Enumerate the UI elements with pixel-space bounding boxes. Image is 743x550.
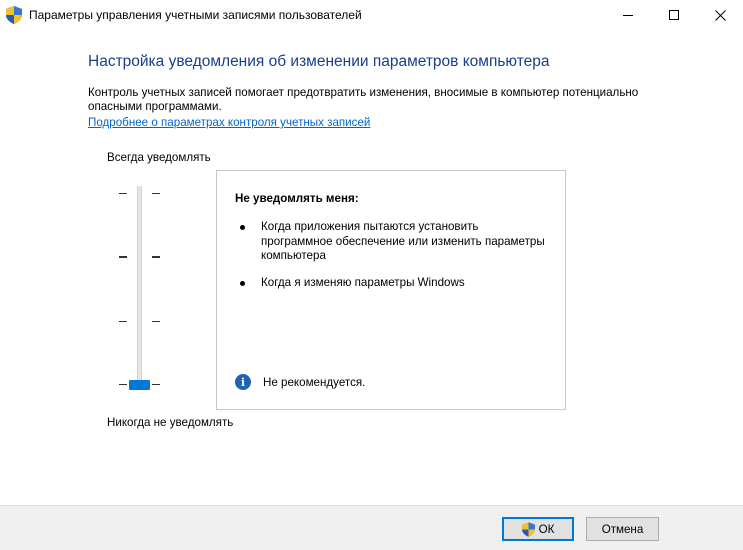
note-text: Не рекомендуется. xyxy=(263,375,366,389)
list-item: Когда я изменяю параметры Windows xyxy=(235,276,545,291)
maximize-button[interactable] xyxy=(651,0,697,30)
list-item: Когда приложения пытаются установить про… xyxy=(235,220,545,264)
slider-tick xyxy=(119,321,127,322)
slider-tick xyxy=(152,321,160,322)
dialog-footer: ОК Отмена xyxy=(0,505,743,550)
slider-thumb[interactable] xyxy=(129,380,150,390)
cancel-button[interactable]: Отмена xyxy=(586,517,659,541)
window-title: Параметры управления учетными записями п… xyxy=(29,8,362,22)
description-text: Контроль учетных записей помогает предот… xyxy=(88,86,639,113)
list-item-text: Когда я изменяю параметры Windows xyxy=(261,275,465,289)
slider-tick xyxy=(119,193,127,194)
level-description-panel: Не уведомлять меня: Когда приложения пыт… xyxy=(216,170,566,410)
ok-button[interactable]: ОК xyxy=(502,517,574,541)
slider-label-top: Всегда уведомлять xyxy=(107,151,211,164)
slider-track[interactable] xyxy=(137,186,142,390)
uac-shield-icon xyxy=(521,521,535,537)
page-title: Настройка уведомления об изменении парам… xyxy=(88,53,550,70)
info-icon: i xyxy=(235,374,251,390)
title-bar: Параметры управления учетными записями п… xyxy=(0,0,743,30)
close-icon xyxy=(714,9,726,21)
list-item-text: Когда приложения пытаются установить про… xyxy=(261,220,545,262)
cancel-button-label: Отмена xyxy=(601,522,644,536)
panel-title: Не уведомлять меня: xyxy=(235,192,359,205)
uac-shield-icon xyxy=(6,6,22,24)
minimize-icon xyxy=(623,14,633,16)
ok-button-label: ОК xyxy=(538,522,555,536)
slider-tick xyxy=(119,384,127,385)
slider-tick xyxy=(152,384,160,385)
notification-level-slider[interactable] xyxy=(116,186,166,392)
panel-list: Когда приложения пытаются установить про… xyxy=(235,220,545,302)
minimize-button[interactable] xyxy=(605,0,651,30)
learn-more-link[interactable]: Подробнее о параметрах контроля учетных … xyxy=(88,116,370,129)
recommendation-note: i Не рекомендуется. xyxy=(235,374,365,390)
slider-tick xyxy=(152,256,160,258)
bullet-icon xyxy=(240,225,245,230)
bullet-icon xyxy=(240,280,245,286)
close-button[interactable] xyxy=(697,0,743,30)
slider-tick xyxy=(119,256,127,258)
maximize-icon xyxy=(669,10,679,20)
slider-tick xyxy=(152,193,160,194)
slider-label-bottom: Никогда не уведомлять xyxy=(107,416,234,429)
